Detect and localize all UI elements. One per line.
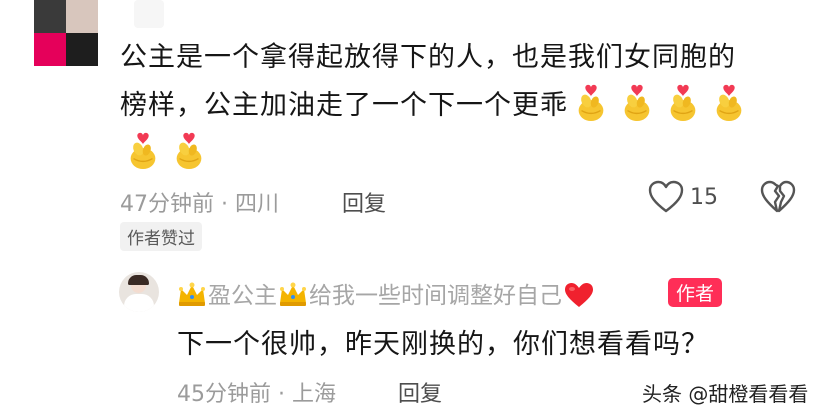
finger-heart-icon	[618, 82, 656, 122]
comment-time-location: 47分钟前 · 四川	[120, 192, 279, 217]
heart-like-icon[interactable]	[648, 180, 684, 214]
reply-author-avatar[interactable]	[119, 272, 159, 312]
comment-line-1: 公主是一个拿得起放得下的人，也是我们女同胞的	[120, 42, 736, 73]
source-watermark: 头条 @甜橙看看看	[642, 382, 809, 406]
commenter-name-placeholder	[134, 0, 164, 28]
reply-body: 下一个很帅，昨天刚换的，你们想看看吗？	[177, 329, 709, 360]
finger-heart-icon	[170, 130, 208, 170]
crown-icon	[277, 281, 309, 307]
author-badge: 作者	[668, 278, 723, 307]
like-count: 15	[690, 185, 718, 210]
finger-heart-icon	[124, 130, 162, 170]
finger-heart-icon	[664, 82, 702, 122]
comment-line-3	[120, 130, 800, 178]
finger-heart-icon	[710, 82, 748, 122]
author-liked-badge: 作者赞过	[120, 222, 202, 251]
red-heart-icon	[565, 283, 593, 307]
broken-heart-dislike-icon[interactable]	[760, 180, 796, 214]
comment-reply-button[interactable]: 回复	[342, 186, 386, 218]
reply-author-name[interactable]: 盈公主 给我一些时间调整好自己	[176, 276, 594, 310]
comment-body: 公主是一个拿得起放得下的人，也是我们女同胞的 榜样，公主加油走了一个下一个更乖	[120, 34, 800, 178]
reply-time-location: 45分钟前 · 上海	[177, 382, 336, 407]
commenter-avatar[interactable]	[34, 0, 98, 66]
comment-line-2: 榜样，公主加油走了一个下一个更乖	[120, 82, 800, 130]
reply-reply-button[interactable]: 回复	[398, 376, 442, 408]
finger-heart-icon	[572, 82, 610, 122]
crown-icon	[176, 281, 208, 307]
